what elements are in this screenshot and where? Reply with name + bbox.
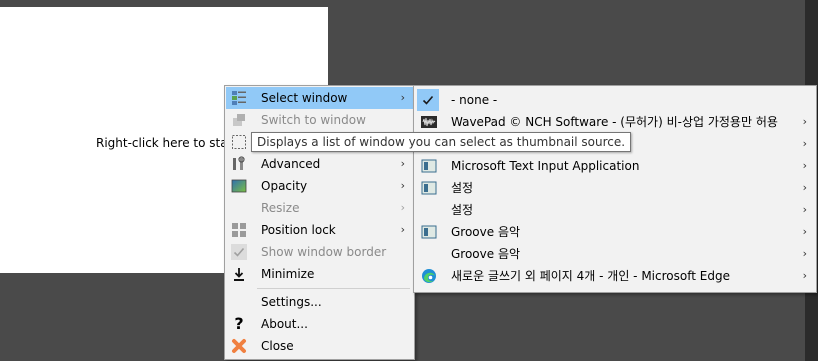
submenu-arrow-icon: ›: [802, 269, 807, 282]
edge-icon: [422, 269, 436, 283]
menu-item-show-window-border[interactable]: Show window border: [226, 241, 413, 263]
menu-item-about[interactable]: ? About...: [226, 313, 413, 335]
window-item-none[interactable]: - none -: [415, 89, 815, 111]
checkmark-icon: [231, 244, 247, 260]
submenu-arrow-icon: ›: [802, 115, 807, 128]
window-item-edge[interactable]: 새로운 글쓰기 외 페이지 4개 - 개인 - Microsoft Edge ›: [415, 265, 815, 287]
submenu-arrow-icon: ›: [400, 179, 405, 192]
menu-item-minimize[interactable]: Minimize: [226, 263, 413, 285]
window-item-label: WavePad © NCH Software - (무허가) 비-상업 가정용만…: [451, 115, 778, 129]
window-item-wavepad[interactable]: WavePad © NCH Software - (무허가) 비-상업 가정용만…: [415, 111, 815, 133]
close-icon: [232, 339, 246, 353]
menu-separator: [257, 288, 410, 289]
submenu-arrow-icon: ›: [400, 157, 405, 170]
submenu-arrow-icon: ›: [400, 201, 405, 214]
window-item-label: Microsoft Text Input Application: [451, 159, 640, 173]
menu-item-close[interactable]: Close: [226, 335, 413, 357]
menu-item-label: Opacity: [261, 179, 308, 193]
menu-item-label: Resize: [261, 201, 300, 215]
window-item-label: Groove 음악: [451, 247, 521, 261]
submenu-arrow-icon: ›: [802, 203, 807, 216]
window-item-label: 설정: [451, 203, 474, 217]
menu-item-label: Close: [261, 339, 294, 353]
menu-item-resize[interactable]: Resize ›: [226, 197, 413, 219]
menu-item-label: Show window border: [261, 245, 387, 259]
window-item-label: Groove 음악: [451, 225, 521, 239]
checkmark-icon: [422, 95, 434, 105]
submenu-arrow-icon: ›: [400, 223, 405, 236]
window-item-label: - none -: [451, 93, 498, 107]
switch-window-icon: [233, 114, 245, 126]
menu-item-settings[interactable]: Settings...: [226, 291, 413, 313]
region-select-icon: [232, 135, 246, 149]
wavepad-icon: [421, 116, 437, 128]
app-window-icon: [421, 181, 437, 195]
submenu-arrow-icon: ›: [802, 137, 807, 150]
window-item-groove-1[interactable]: Groove 음악 ›: [415, 221, 815, 243]
menu-item-position-lock[interactable]: Position lock ›: [226, 219, 413, 241]
window-item-label: 설정: [451, 181, 474, 195]
menu-item-opacity[interactable]: Opacity ›: [226, 175, 413, 197]
menu-item-switch-to-window[interactable]: Switch to window: [226, 109, 413, 131]
menu-item-label: Select window: [261, 91, 348, 105]
menu-item-label: Switch to window: [261, 113, 366, 127]
window-submenu: - none - WavePad © NCH Software - (무허가) …: [413, 85, 817, 293]
window-item-settings-1[interactable]: 설정 ›: [415, 177, 815, 199]
grid-lock-icon: [232, 223, 246, 237]
submenu-arrow-icon: ›: [400, 91, 405, 104]
preview-hint-text: Right-click here to start.: [96, 136, 242, 150]
window-item-settings-2[interactable]: 설정 ›: [415, 199, 815, 221]
menu-item-label: Advanced: [261, 157, 321, 171]
window-item-groove-2[interactable]: Groove 음악 ›: [415, 243, 815, 265]
menu-item-label: Position lock: [261, 223, 336, 237]
opacity-icon: [231, 179, 247, 193]
context-menu: Select window › Switch to window Advance…: [224, 85, 415, 360]
submenu-arrow-icon: ›: [802, 225, 807, 238]
submenu-arrow-icon: ›: [802, 247, 807, 260]
tools-icon: [233, 156, 245, 170]
menu-item-label: Minimize: [261, 267, 315, 281]
app-window-icon: [421, 159, 437, 173]
submenu-arrow-icon: ›: [802, 181, 807, 194]
menu-item-select-window[interactable]: Select window ›: [226, 87, 413, 109]
menu-item-label: About...: [261, 317, 308, 331]
window-item-label: 새로운 글쓰기 외 페이지 4개 - 개인 - Microsoft Edge: [451, 269, 730, 283]
question-mark-icon: ?: [234, 314, 244, 333]
submenu-arrow-icon: ›: [802, 159, 807, 172]
tooltip: Displays a list of window you can select…: [251, 132, 632, 152]
window-item-text-input[interactable]: Microsoft Text Input Application ›: [415, 155, 815, 177]
minimize-icon: [234, 268, 244, 281]
menu-item-label: Settings...: [261, 295, 322, 309]
window-list-icon: [232, 91, 246, 105]
app-window-icon: [421, 225, 437, 239]
menu-item-advanced[interactable]: Advanced ›: [226, 153, 413, 175]
